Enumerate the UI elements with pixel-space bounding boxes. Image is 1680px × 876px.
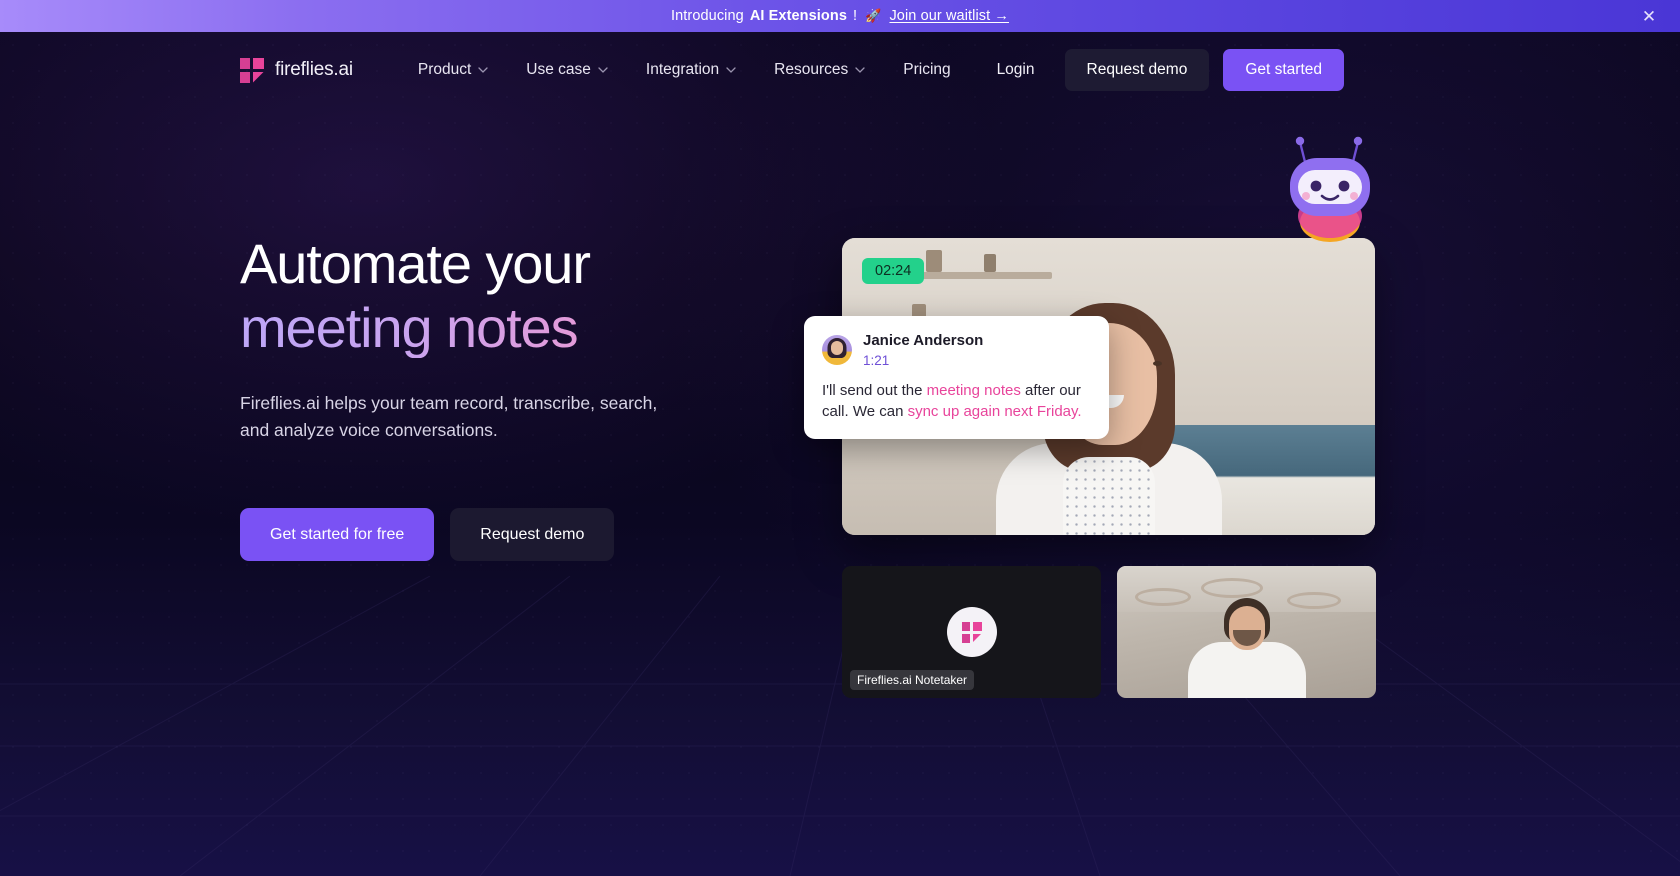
transcript-bubble-header: Janice Anderson 1:21	[822, 332, 1091, 368]
nav-left-group: fireflies.ai Product Use case Integratio…	[240, 53, 970, 87]
get-started-button[interactable]: Get started	[1223, 49, 1344, 91]
notetaker-avatar	[946, 607, 997, 657]
transcript-text-part-1: I'll send out the	[822, 381, 927, 399]
nav-item-integration[interactable]: Integration	[627, 53, 755, 87]
decor-shelf	[902, 272, 1052, 279]
chevron-down-icon	[726, 67, 736, 73]
hero-cta-row: Get started for free Request demo	[240, 508, 800, 562]
decor-object	[984, 254, 996, 272]
speaker-name: Janice Anderson	[863, 332, 984, 349]
nav-item-pricing[interactable]: Pricing	[884, 53, 969, 87]
rocket-icon: 🚀	[865, 8, 882, 23]
recording-timer-badge: 02:24	[862, 258, 925, 284]
chevron-down-icon	[478, 67, 488, 73]
close-icon[interactable]: ✕	[1640, 7, 1658, 25]
hero-section: Automate your meeting notes Fireflies.ai…	[0, 108, 1680, 698]
transcript-bubble: Janice Anderson 1:21 I'll send out the m…	[804, 316, 1109, 440]
robot-mascot-icon	[1290, 136, 1370, 242]
login-link[interactable]: Login	[981, 53, 1051, 87]
notetaker-video-tile[interactable]: Fireflies.ai Notetaker	[842, 566, 1101, 698]
headline-line-1: Automate your	[240, 232, 591, 295]
request-demo-hero-button[interactable]: Request demo	[450, 508, 615, 562]
fireflies-logo-icon	[961, 621, 982, 643]
fireflies-logo[interactable]: fireflies.ai	[240, 57, 353, 83]
main-navigation: fireflies.ai Product Use case Integratio…	[0, 32, 1680, 108]
nav-right-group: Login Request demo Get started	[981, 49, 1344, 91]
banner-exclaim: !	[853, 8, 858, 24]
nav-item-label: Pricing	[903, 61, 951, 78]
nav-links: Product Use case Integration Resources P…	[399, 53, 970, 87]
transcript-speaker-info: Janice Anderson 1:21	[863, 332, 983, 368]
nav-item-label: Use case	[526, 61, 591, 78]
nav-item-use-case[interactable]: Use case	[507, 53, 627, 87]
transcript-link-sync-up[interactable]: sync up again next Friday.	[908, 403, 1082, 420]
logo-text: fireflies.ai	[275, 59, 353, 80]
get-started-for-free-button[interactable]: Get started for free	[240, 508, 435, 562]
nav-item-label: Product	[417, 61, 472, 78]
page-title: Automate your meeting notes	[240, 234, 800, 358]
hero-visual: 02:24 Janice Anderson 1:21 I'll send out…	[804, 136, 1422, 698]
join-waitlist-link[interactable]: Join our waitlist →	[889, 8, 1009, 24]
speaker-timestamp: 1:21	[863, 352, 890, 368]
transcript-link-meeting-notes[interactable]: meeting notes	[927, 382, 1021, 399]
banner-intro-text: Introducing	[670, 8, 744, 24]
nav-item-label: Resources	[774, 61, 849, 78]
chevron-down-icon	[855, 67, 865, 73]
nav-item-label: Integration	[645, 61, 720, 78]
participant-video-person	[1187, 598, 1307, 698]
participant-video-tile[interactable]	[1117, 566, 1376, 698]
banner-feature-name: AI Extensions	[749, 8, 848, 24]
nav-item-product[interactable]: Product	[399, 53, 507, 87]
notetaker-name-label: Fireflies.ai Notetaker	[850, 670, 975, 690]
headline-line-2: meeting notes	[240, 297, 800, 358]
hero-copy: Automate your meeting notes Fireflies.ai…	[240, 234, 800, 606]
hero-subheading: Fireflies.ai helps your team record, tra…	[240, 392, 658, 441]
chevron-down-icon	[598, 67, 608, 73]
decor-object	[926, 250, 942, 272]
announcement-banner: Introducing AI Extensions! 🚀 Join our wa…	[0, 0, 1680, 32]
decor-light-ring	[1135, 588, 1191, 606]
hero-page: fireflies.ai Product Use case Integratio…	[0, 32, 1680, 876]
fireflies-logo-icon	[240, 57, 264, 83]
announcement-banner-content: Introducing AI Extensions! 🚀 Join our wa…	[671, 8, 1009, 24]
request-demo-button[interactable]: Request demo	[1064, 49, 1210, 91]
transcript-text: I'll send out the meeting notes after ou…	[822, 380, 1091, 423]
nav-item-resources[interactable]: Resources	[755, 53, 884, 87]
decor-light-ring	[1201, 578, 1263, 598]
avatar	[822, 334, 852, 365]
background-grid-lines	[0, 576, 1680, 876]
